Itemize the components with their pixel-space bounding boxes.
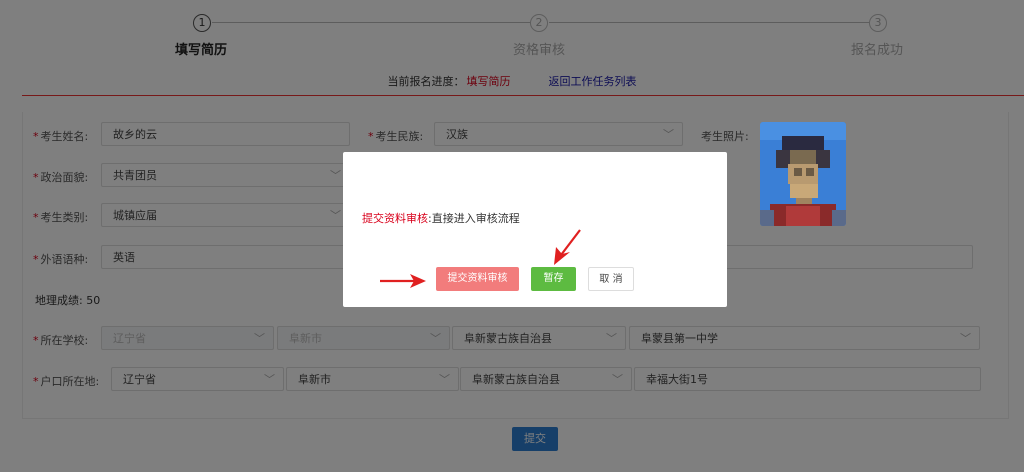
right-arrow-icon (380, 274, 426, 288)
annotation-arrows (380, 229, 581, 288)
cancel-button[interactable]: 取 消 (588, 267, 634, 291)
candidate-photo (760, 122, 846, 226)
dialog-message: 提交资料审核:直接进入审核流程 (362, 212, 520, 225)
down-left-arrow-icon (554, 229, 581, 265)
